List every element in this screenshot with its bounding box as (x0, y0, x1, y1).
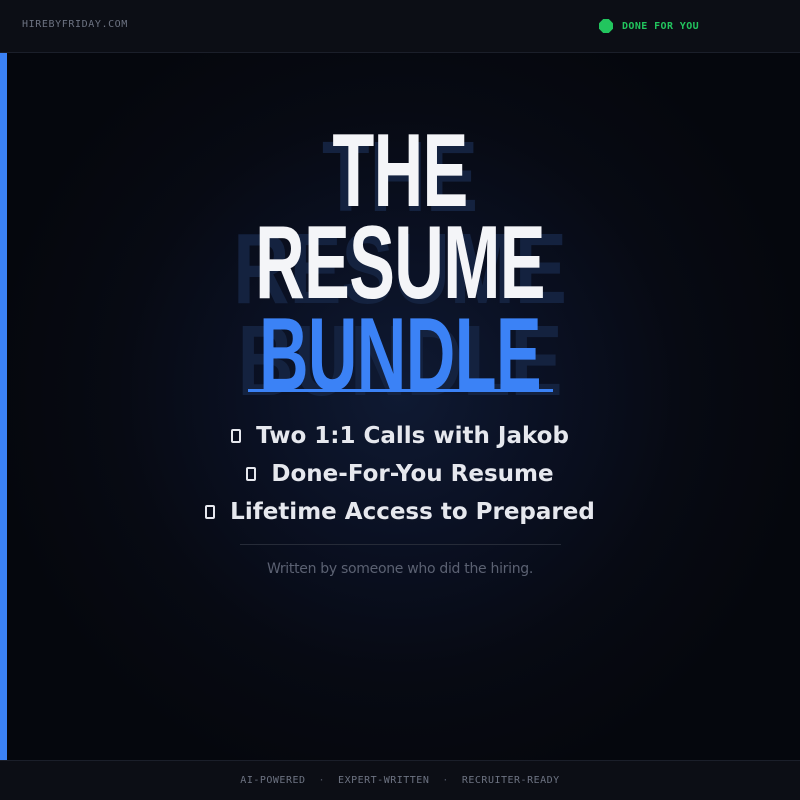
footer-item-ai-powered: AI-POWERED (240, 775, 306, 786)
hero-section: THE RESUME BUNDLE THE RESUME BUNDLE Two … (0, 53, 800, 760)
footer-separator: · (318, 775, 326, 786)
feature-label: Two 1:1 Calls with Jakob (256, 423, 569, 449)
headline-line-2: RESUME (255, 205, 545, 321)
checkbox-icon (231, 429, 242, 443)
feature-label: Lifetime Access to Prepared (230, 499, 595, 525)
headline-line-1: THE (332, 113, 468, 229)
headline-line-3: BUNDLE (258, 297, 542, 413)
headline-underline (248, 389, 553, 392)
tagline: Written by someone who did the hiring. (266, 561, 534, 577)
accent-bar (0, 53, 7, 760)
status-label: DONE FOR YOU (622, 20, 700, 32)
feature-item: Two 1:1 Calls with Jakob (0, 417, 800, 455)
footer-separator: · (442, 775, 449, 786)
feature-item: Done-For-You Resume (0, 455, 800, 493)
status-indicator: DONE FOR YOU (599, 19, 699, 33)
footer-item-expert-written: EXPERT-WRITTEN (338, 775, 430, 786)
footer: AI-POWERED · EXPERT-WRITTEN · RECRUITER-… (0, 760, 800, 800)
footer-item-recruiter-ready: RECRUITER-READY (461, 775, 560, 786)
top-bar: HIREBYFRIDAY.COM DONE FOR YOU (0, 0, 800, 53)
feature-list: Two 1:1 Calls with Jakob Done-For-You Re… (0, 417, 800, 531)
feature-item: Lifetime Access to Prepared (0, 493, 800, 531)
divider (240, 544, 561, 545)
site-domain[interactable]: HIREBYFRIDAY.COM (22, 19, 128, 30)
checkbox-icon (205, 505, 216, 519)
status-dot-icon (599, 19, 613, 33)
headline: THE RESUME BUNDLE (0, 113, 800, 413)
feature-label: Done-For-You Resume (271, 461, 554, 487)
checkbox-icon (246, 467, 257, 481)
